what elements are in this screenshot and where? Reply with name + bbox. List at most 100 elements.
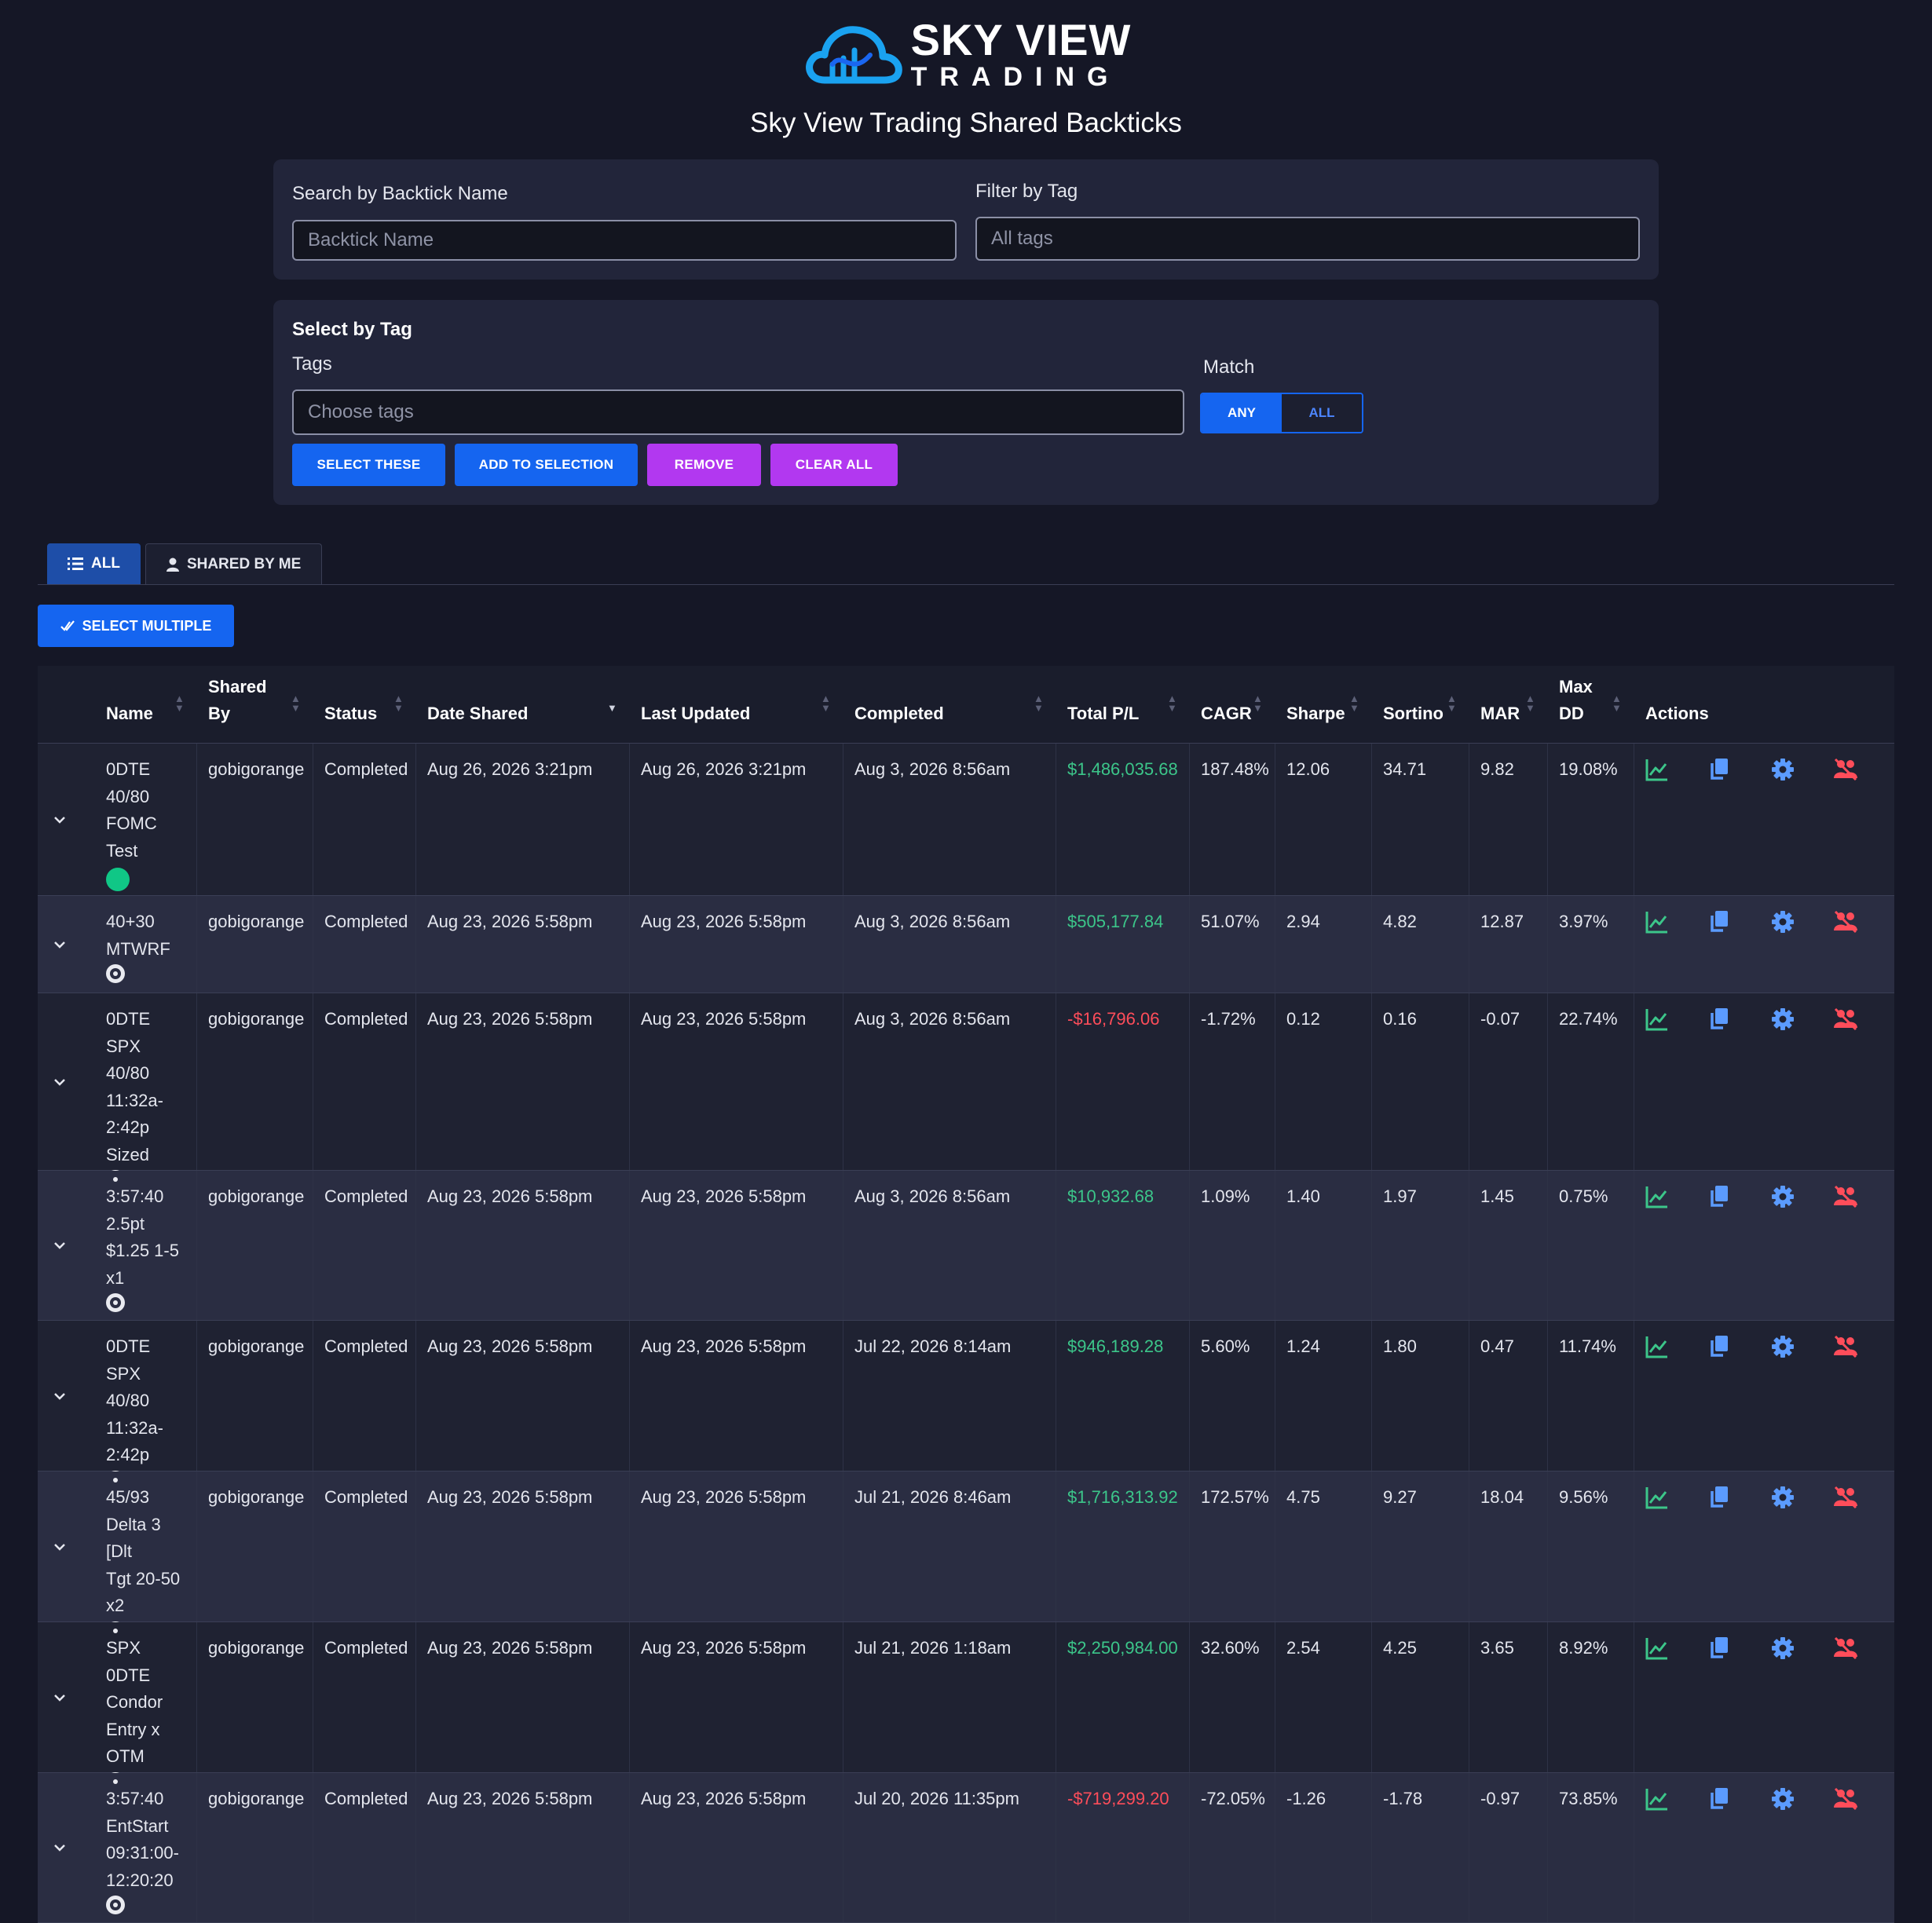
header-completed[interactable]: Completed [854,700,944,727]
header-shared-by[interactable]: Shared By [208,674,271,727]
sort-icon[interactable]: ▲ ▼ [1253,693,1263,713]
settings-icon[interactable] [1769,1006,1796,1033]
unshare-icon[interactable] [1832,1183,1859,1210]
unshare-icon[interactable] [1832,1333,1859,1360]
chevron-down-icon[interactable] [52,937,68,952]
header-last-updated[interactable]: Last Updated [641,700,750,727]
backtick-name[interactable]: 45/93 Delta 3 [Dlt Tgt 20-50 x2 [106,1484,185,1640]
tabs-divider [38,584,1894,585]
add-to-selection-button[interactable]: ADD TO SELECTION [455,444,638,486]
tab-shared-by-me[interactable]: SHARED BY ME [145,543,323,585]
header-max-dd[interactable]: Max DD [1559,674,1598,727]
column-divider [1371,744,1372,895]
copy-icon[interactable] [1706,756,1733,783]
select-multiple-button[interactable]: SELECT MULTIPLE [38,605,234,647]
copy-icon[interactable] [1706,1333,1733,1360]
backtick-name[interactable]: 0DTE SPX 40/80 11:32a- 2:42p [106,1333,185,1490]
backtick-name[interactable]: SPX 0DTE Condor Entry x OTM [106,1635,185,1791]
radio-marker-icon[interactable] [106,1293,125,1312]
header-cagr[interactable]: CAGR [1201,700,1252,727]
chart-icon[interactable] [1644,1333,1670,1360]
sort-desc-icon[interactable]: ▼ [607,694,617,713]
remove-button[interactable]: REMOVE [647,444,761,486]
sort-icon[interactable]: ▲ ▼ [1349,693,1359,713]
backtick-name[interactable]: 0DTE 40/80 FOMC Test [106,756,185,891]
chevron-down-icon[interactable] [52,1388,68,1404]
backtick-name[interactable]: 3:57:40 EntStart 09:31:00- 12:20:20 [106,1786,185,1914]
header-date-shared[interactable]: Date Shared [427,700,528,727]
sort-icon[interactable]: ▲ ▼ [1612,693,1622,713]
chart-icon[interactable] [1644,1635,1670,1662]
clear-all-button[interactable]: CLEAR ALL [770,444,898,486]
table-row[interactable]: 3:57:40 2.5pt $1.25 1-5 x1 gobigorange Comple… [38,1171,1894,1321]
radio-marker-icon[interactable] [106,964,125,983]
sort-icon[interactable]: ▲ ▼ [1525,693,1535,713]
header-total-pl[interactable]: Total P/L [1067,700,1139,727]
select-these-button[interactable]: SELECT THESE [292,444,445,486]
header-sharpe[interactable]: Sharpe [1286,700,1345,727]
unshare-icon[interactable] [1832,1635,1859,1662]
header-status[interactable]: Status [324,700,377,727]
sort-icon[interactable]: ▲ ▼ [1447,693,1457,713]
settings-icon[interactable] [1769,1333,1796,1360]
chart-icon[interactable] [1644,1786,1670,1812]
chevron-down-icon[interactable] [52,1074,68,1090]
header-sortino[interactable]: Sortino [1383,700,1444,727]
sort-icon[interactable]: ▲ ▼ [821,693,831,713]
header-mar[interactable]: MAR [1480,700,1520,727]
chart-icon[interactable] [1644,1183,1670,1210]
unshare-icon[interactable] [1832,1786,1859,1812]
unshare-icon[interactable] [1832,1484,1859,1511]
chart-icon[interactable] [1644,1006,1670,1033]
table-row[interactable]: 0DTE 40/80 FOMC Test gobigorange Completed Aug… [38,744,1894,896]
settings-icon[interactable] [1769,1484,1796,1511]
favorite-dot-icon[interactable] [106,868,130,891]
table-row[interactable]: 45/93 Delta 3 [Dlt Tgt 20-50 x2 gobigorange C… [38,1471,1894,1640]
table-row[interactable]: 40+30 MTWRF gobigorange Completed Aug 23, 20… [38,896,1894,993]
copy-icon[interactable] [1706,1635,1733,1662]
table-row[interactable]: 3:57:40 EntStart 09:31:00- 12:20:20 gobigora… [38,1773,1894,1923]
table-row[interactable]: 0DTE SPX 40/80 11:32a- 2:42p gobigorange Comp… [38,1321,1894,1490]
chart-icon[interactable] [1644,908,1670,935]
backtick-name[interactable]: 40+30 MTWRF [106,908,185,983]
copy-icon[interactable] [1706,1183,1733,1210]
sky-view-logo[interactable]: SKY VIEW TRADING [801,18,1132,90]
chart-icon[interactable] [1644,1484,1670,1511]
match-any-button[interactable]: ANY [1202,394,1282,432]
chevron-down-icon[interactable] [52,1539,68,1555]
chevron-down-icon[interactable] [52,1840,68,1855]
copy-icon[interactable] [1706,908,1733,935]
match-all-button[interactable]: ALL [1282,394,1362,432]
tags-select[interactable]: Choose tags [292,389,1184,435]
copy-icon[interactable] [1706,1006,1733,1033]
table-row[interactable]: SPX 0DTE Condor Entry x OTM gobigorange Compl… [38,1622,1894,1791]
sort-icon[interactable]: ▲ ▼ [1034,693,1044,713]
radio-marker-icon[interactable] [106,1896,125,1914]
sort-icon[interactable]: ▲ ▼ [1167,693,1177,713]
unshare-icon[interactable] [1832,908,1859,935]
sort-icon[interactable]: ▲ ▼ [291,693,301,713]
backtick-name[interactable]: 0DTE SPX 40/80 11:32a- 2:42p Sized [106,1006,185,1189]
settings-icon[interactable] [1769,908,1796,935]
tab-all[interactable]: ALL [47,543,141,584]
header-name[interactable]: Name [106,700,153,727]
chevron-down-icon[interactable] [52,1690,68,1705]
chart-icon[interactable] [1644,756,1670,783]
copy-icon[interactable] [1706,1484,1733,1511]
unshare-icon[interactable] [1832,1006,1859,1033]
column-divider [196,1321,197,1471]
chevron-down-icon[interactable] [52,812,68,828]
settings-icon[interactable] [1769,1635,1796,1662]
settings-icon[interactable] [1769,1786,1796,1812]
chevron-down-icon[interactable] [52,1238,68,1253]
settings-icon[interactable] [1769,1183,1796,1210]
sort-icon[interactable]: ▲ ▼ [174,693,185,713]
backtick-name[interactable]: 3:57:40 2.5pt $1.25 1-5 x1 [106,1183,185,1312]
filter-tag-select[interactable]: All tags [975,217,1640,261]
settings-icon[interactable] [1769,756,1796,783]
search-input[interactable]: Backtick Name [292,220,957,261]
unshare-icon[interactable] [1832,756,1859,783]
sort-icon[interactable]: ▲ ▼ [393,693,404,713]
table-row[interactable]: 0DTE SPX 40/80 11:32a- 2:42p Sized gobigorang… [38,993,1894,1189]
copy-icon[interactable] [1706,1786,1733,1812]
